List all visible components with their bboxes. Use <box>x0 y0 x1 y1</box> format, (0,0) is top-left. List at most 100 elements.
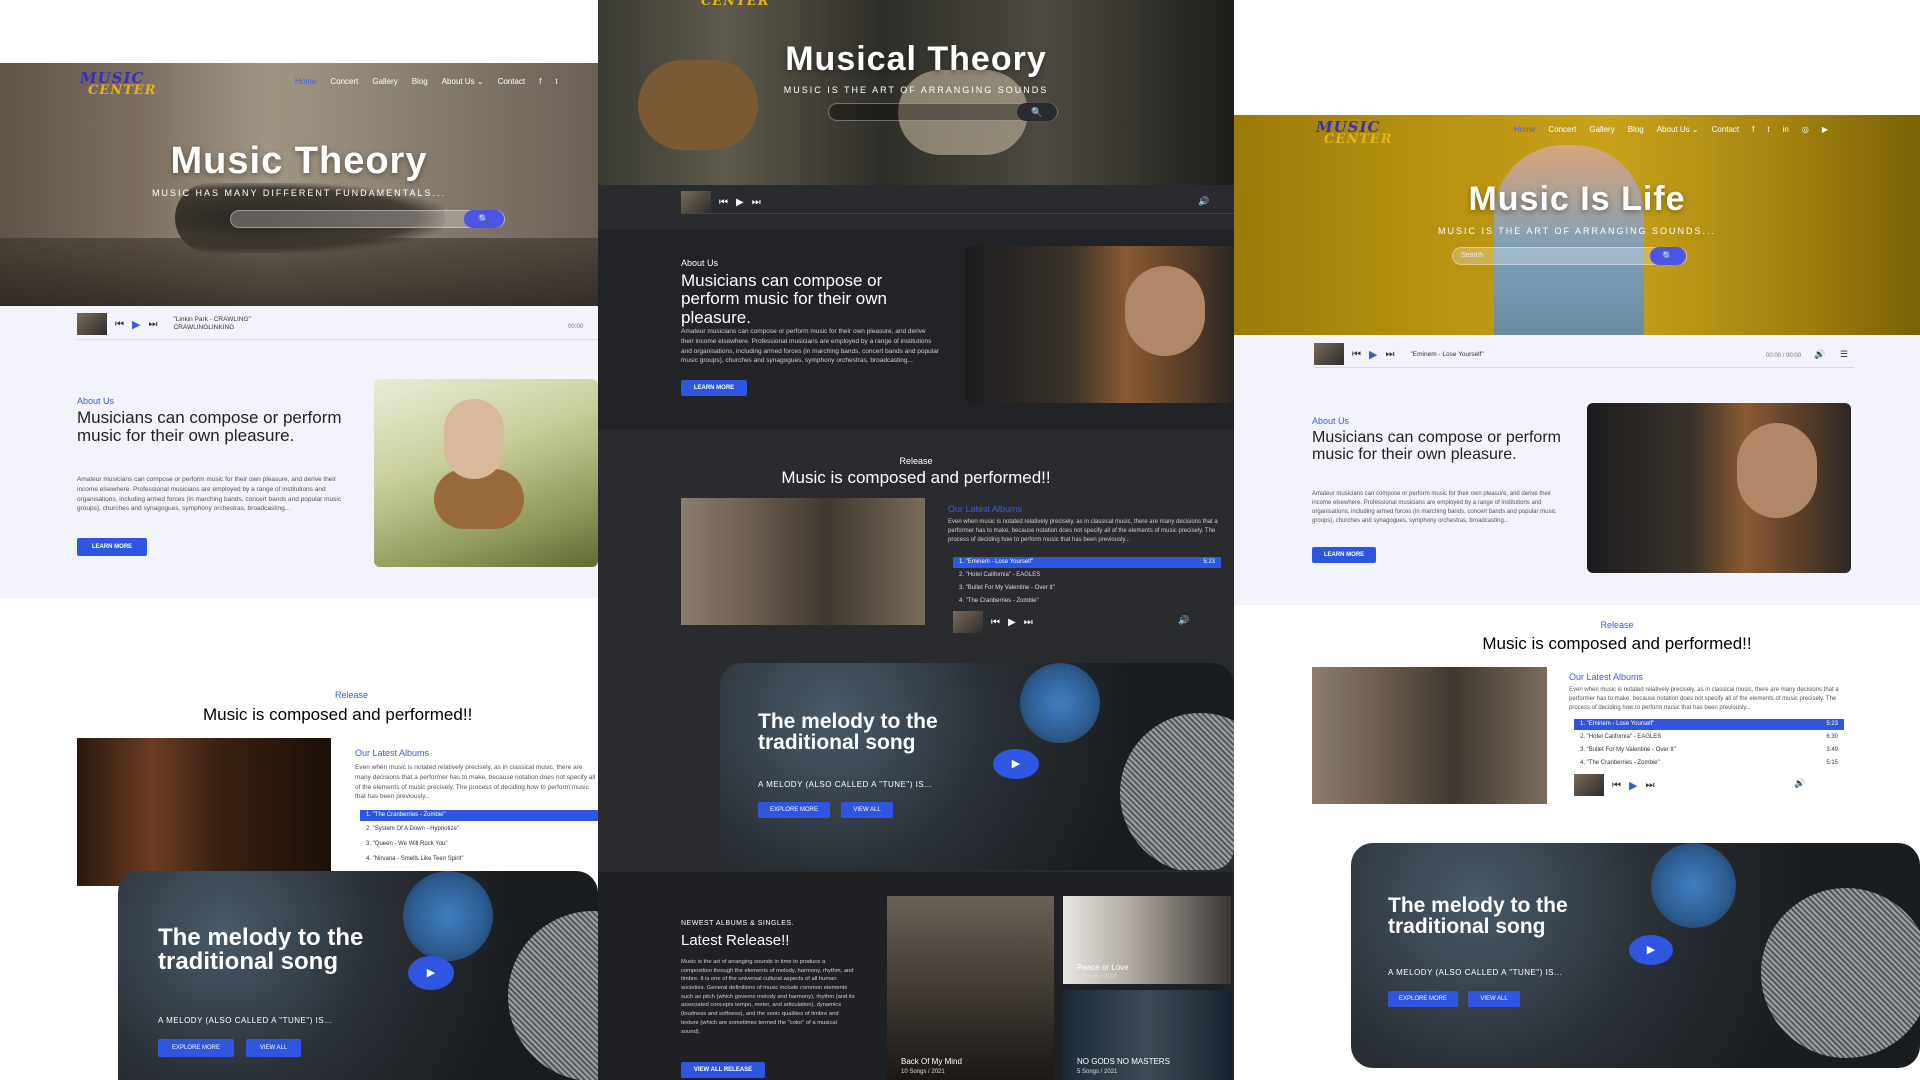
dial-decoration <box>1020 663 1100 743</box>
play-icon[interactable]: ▶ <box>736 197 744 208</box>
left-track-3[interactable]: 3. "Queen - We Will Rock You" <box>360 839 598 850</box>
nav-about[interactable]: About Us ⌄ <box>1657 125 1699 134</box>
previous-icon[interactable]: ⏮ <box>1612 780 1621 791</box>
nav-home[interactable]: Home <box>1514 125 1535 134</box>
center-track-3[interactable]: 3. "Bullet For My Valentine - Over It" <box>953 583 1221 594</box>
left-release-label: Release <box>334 690 368 700</box>
center-view-all-button[interactable]: VIEW ALL <box>841 802 893 818</box>
center-latest-text: Even when music is notated relatively pr… <box>948 519 1218 543</box>
left-track-1[interactable]: 1. "The Cranberries - Zombie" <box>360 810 598 821</box>
nav-contact[interactable]: Contact <box>1712 125 1740 134</box>
right-about-label: About Us <box>1312 416 1350 426</box>
instagram-icon[interactable]: ◎ <box>1802 125 1809 134</box>
nav-blog[interactable]: Blog <box>1628 125 1644 134</box>
left-track-4[interactable]: 4. "Nirvana - Smells Like Teen Spirit" <box>360 854 598 865</box>
previous-icon[interactable]: ⏮ <box>991 617 1000 628</box>
right-logo[interactable]: MUSIC CENTER <box>1316 119 1393 148</box>
center-newest-label: NEWEST ALBUMS & SINGLES. <box>681 920 795 927</box>
left-learn-more-button[interactable]: LEARN MORE <box>77 538 147 556</box>
nav-gallery[interactable]: Gallery <box>1589 125 1614 134</box>
right-melody-play-icon[interactable]: ▶ <box>1629 935 1673 965</box>
left-view-all-button[interactable]: VIEW ALL <box>246 1039 301 1057</box>
linkedin-icon[interactable]: in <box>1783 125 1789 134</box>
track-duration: 5:23 <box>1203 559 1215 565</box>
center-volume-icon[interactable]: 🔊 <box>1198 196 1209 207</box>
album-thumbnail <box>1574 774 1604 796</box>
nav-concert[interactable]: Concert <box>330 77 358 86</box>
album-title: Peace or Love <box>1077 963 1129 972</box>
left-mockup: MUSIC CENTER Home Concert Gallery Blog A… <box>0 63 598 1080</box>
play-icon[interactable]: ▶ <box>1008 617 1016 628</box>
player-artist: CRAWLINGLINKING <box>173 324 235 331</box>
left-about-label: About Us <box>77 396 115 406</box>
play-icon[interactable]: ▶ <box>132 318 140 331</box>
previous-icon[interactable]: ⏮ <box>115 319 124 330</box>
right-track-3[interactable]: 3. "Bullet For My Valentine - Over It" 3:… <box>1574 745 1844 756</box>
previous-icon[interactable]: ⏮ <box>719 197 728 208</box>
center-melody-play-icon[interactable]: ▶ <box>993 749 1039 779</box>
center-logo-partial[interactable]: CENTER <box>693 0 770 8</box>
album-card-3[interactable]: NO GODS NO MASTERS 5 Songs / 2021 <box>1063 990 1231 1080</box>
previous-icon[interactable]: ⏮ <box>1352 349 1361 360</box>
center-newest-heading: Latest Release!! <box>681 932 790 949</box>
next-icon[interactable]: ⏭ <box>1024 617 1033 628</box>
right-explore-more-button[interactable]: EXPLORE MORE <box>1388 991 1458 1007</box>
right-search-input[interactable]: Search 🔍 <box>1452 247 1687 265</box>
center-learn-more-button[interactable]: LEARN MORE <box>681 380 747 396</box>
nav-blog[interactable]: Blog <box>412 77 428 86</box>
search-icon[interactable]: 🔍 <box>1650 247 1686 265</box>
left-explore-more-button[interactable]: EXPLORE MORE <box>158 1039 234 1057</box>
nav-home[interactable]: Home <box>295 77 316 86</box>
play-icon[interactable]: ▶ <box>1629 779 1637 792</box>
center-about-photo <box>965 246 1234 403</box>
right-player-divider <box>1314 367 1854 368</box>
twitter-icon[interactable]: t <box>555 77 557 86</box>
right-about-photo <box>1587 403 1851 573</box>
logo-text-line2: CENTER <box>1324 132 1393 148</box>
center-release-photo <box>681 498 925 625</box>
left-track-2[interactable]: 2. "System Of A Down - Hypnotize" <box>360 824 598 835</box>
left-melody-play-icon[interactable]: ▶ <box>408 956 454 990</box>
next-icon[interactable]: ⏭ <box>1385 349 1394 360</box>
facebook-icon[interactable]: f <box>539 77 541 86</box>
center-view-all-release-button[interactable]: VIEW ALL RELEASE <box>681 1062 765 1078</box>
youtube-icon[interactable]: ▶ <box>1822 125 1828 134</box>
center-mini-volume-icon[interactable]: 🔊 <box>1178 615 1189 626</box>
track-duration: 3:49 <box>1826 747 1838 753</box>
center-explore-more-button[interactable]: EXPLORE MORE <box>758 802 830 818</box>
nav-gallery[interactable]: Gallery <box>372 77 397 86</box>
center-track-4[interactable]: 4. "The Cranberries - Zombie" <box>953 596 1221 607</box>
next-icon[interactable]: ⏭ <box>752 197 761 208</box>
center-melody-banner: The melody to the traditional song A MEL… <box>720 663 1234 870</box>
center-track-1[interactable]: 1. "Eminem - Lose Yourself" 5:23 <box>953 557 1221 568</box>
album-card-2[interactable]: Peace or Love 5 Songs / 2021 <box>1063 896 1231 984</box>
play-icon[interactable]: ▶ <box>1369 348 1377 361</box>
next-icon[interactable]: ⏭ <box>1645 780 1654 791</box>
album-card-1[interactable]: Back Of My Mind 10 Songs / 2021 <box>887 896 1054 1080</box>
left-player-divider <box>77 339 598 340</box>
left-melody-subtitle: A MELODY (ALSO CALLED A "TUNE") IS... <box>158 1016 333 1025</box>
center-search-input[interactable]: 🔍 <box>828 103 1058 121</box>
right-track-2[interactable]: 2. "Hotel California" - EAGLES 6:30 <box>1574 732 1844 743</box>
search-icon[interactable]: 🔍 <box>464 210 504 228</box>
right-mini-volume-icon[interactable]: 🔊 <box>1794 778 1805 789</box>
center-latest-release-section: NEWEST ALBUMS & SINGLES. Latest Release!… <box>598 872 1234 1080</box>
nav-about[interactable]: About Us ⌄ <box>442 77 484 86</box>
right-learn-more-button[interactable]: LEARN MORE <box>1312 547 1376 563</box>
right-playlist-icon[interactable]: ☰ <box>1840 349 1848 360</box>
nav-contact[interactable]: Contact <box>498 77 526 86</box>
left-search-input[interactable]: 🔍 <box>230 210 505 228</box>
center-track-2[interactable]: 2. "Hotel California" - EAGLES <box>953 570 1221 581</box>
left-logo[interactable]: MUSIC CENTER <box>80 70 157 98</box>
center-about-heading: Musicians can compose or perform music f… <box>681 271 887 327</box>
facebook-icon[interactable]: f <box>1752 125 1754 134</box>
nav-concert[interactable]: Concert <box>1548 125 1576 134</box>
right-track-1[interactable]: 1. "Eminem - Lose Yourself" 5:23 <box>1574 719 1844 730</box>
center-audio-player: ⏮ ▶ ⏭ <box>681 191 761 213</box>
twitter-icon[interactable]: t <box>1767 125 1769 134</box>
search-icon[interactable]: 🔍 <box>1017 103 1057 121</box>
next-icon[interactable]: ⏭ <box>148 319 157 330</box>
right-volume-icon[interactable]: 🔊 <box>1814 349 1825 360</box>
right-track-4[interactable]: 4. "The Cranberries - Zombie" 5:15 <box>1574 758 1844 769</box>
right-view-all-button[interactable]: VIEW ALL <box>1468 991 1520 1007</box>
